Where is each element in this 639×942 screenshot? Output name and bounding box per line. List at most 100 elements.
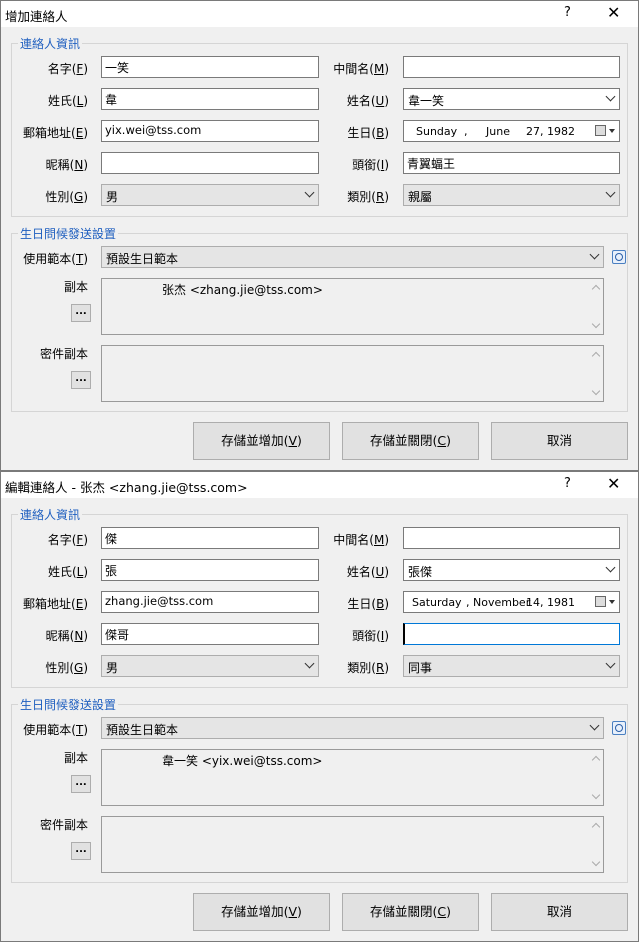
cc-textarea[interactable]: 韋一笑 <yix.wei@tss.com>	[101, 749, 604, 806]
birthday-greeting-group-title: 生日問候發送設置	[18, 696, 119, 713]
cc-textarea[interactable]: 张杰 <zhang.jie@tss.com>	[101, 278, 604, 335]
middle-name-input[interactable]	[403, 56, 620, 78]
gender-select[interactable]: 男	[101, 655, 319, 677]
email-label: 郵箱地址(E)	[23, 597, 88, 611]
scroll-down-icon[interactable]	[591, 790, 601, 800]
birthday-separator: ,	[466, 596, 470, 609]
last-name-label: 姓氏(L)	[47, 565, 88, 579]
job-title-input[interactable]: 青翼蝠王	[403, 152, 620, 174]
first-name-input[interactable]: 一笑	[101, 56, 319, 78]
job-title-label: 頭銜(I)	[352, 629, 389, 643]
last-name-input[interactable]: 張	[101, 559, 319, 581]
dropdown-arrow-icon[interactable]	[609, 600, 615, 604]
cancel-button[interactable]: 取消	[491, 422, 628, 460]
template-label: 使用範本(T)	[23, 252, 88, 266]
full-name-combo[interactable]: 張傑	[403, 559, 620, 581]
calendar-icon[interactable]	[595, 596, 606, 607]
last-name-input[interactable]: 韋	[101, 88, 319, 110]
cc-browse-button[interactable]: ...	[71, 775, 91, 793]
scroll-up-icon[interactable]	[591, 822, 601, 832]
cc-label: 副本	[63, 751, 88, 765]
save-and-close-button[interactable]: 存儲並關閉(C)	[342, 893, 479, 931]
preview-template-icon[interactable]	[612, 250, 626, 264]
category-label: 類別(R)	[347, 190, 389, 204]
template-select[interactable]: 預設生日範本	[101, 717, 604, 739]
bcc-browse-button[interactable]: ...	[71, 842, 91, 860]
full-name-label: 姓名(U)	[346, 565, 389, 579]
bcc-textarea[interactable]	[101, 816, 604, 873]
cc-browse-button[interactable]: ...	[71, 304, 91, 322]
middle-name-input[interactable]	[403, 527, 620, 549]
nickname-input[interactable]: 傑哥	[101, 623, 319, 645]
chevron-down-icon	[304, 658, 315, 669]
bcc-label: 密件副本	[39, 347, 88, 361]
full-name-combo[interactable]: 韋一笑	[403, 88, 620, 110]
email-input[interactable]: zhang.jie@tss.com	[101, 591, 319, 613]
gender-label: 性別(G)	[45, 190, 88, 204]
scroll-down-icon[interactable]	[591, 386, 601, 396]
scroll-up-icon[interactable]	[591, 351, 601, 361]
birthday-greeting-group-title: 生日問候發送設置	[18, 225, 119, 242]
chevron-down-icon	[589, 720, 600, 731]
template-select[interactable]: 預設生日範本	[101, 246, 604, 268]
dropdown-arrow-icon[interactable]	[609, 129, 615, 133]
birthday-weekday: Saturday	[412, 596, 462, 609]
chevron-down-icon	[304, 187, 315, 198]
category-select[interactable]: 同事	[403, 655, 620, 677]
title-bar: 編輯連絡人 - 张杰 <zhang.jie@tss.com> ? ✕	[1, 472, 638, 498]
bcc-browse-button[interactable]: ...	[71, 371, 91, 389]
birthday-label: 生日(B)	[347, 126, 389, 140]
birthday-date-picker[interactable]: Saturday , November 14, 1981	[403, 591, 620, 613]
birthday-weekday: Sunday	[416, 125, 458, 138]
job-title-input[interactable]	[403, 623, 620, 645]
scroll-down-icon[interactable]	[591, 319, 601, 329]
chevron-down-icon	[605, 187, 616, 198]
gender-label: 性別(G)	[45, 661, 88, 675]
calendar-icon[interactable]	[595, 125, 606, 136]
title-bar: 增加連絡人 ? ✕	[1, 1, 638, 27]
birthday-date-picker[interactable]: Sunday , June 27, 1982	[403, 120, 620, 142]
nickname-input[interactable]	[101, 152, 319, 174]
first-name-label: 名字(F)	[47, 62, 88, 76]
email-input[interactable]: yix.wei@tss.com	[101, 120, 319, 142]
full-name-value: 張傑	[408, 565, 433, 579]
dialog-title: 編輯連絡人 - 张杰 <zhang.jie@tss.com>	[5, 480, 248, 495]
category-value: 同事	[408, 661, 433, 675]
save-and-add-button[interactable]: 存儲並增加(V)	[193, 893, 330, 931]
nickname-label: 昵稱(N)	[45, 629, 88, 643]
help-button[interactable]: ?	[564, 476, 571, 491]
template-value: 預設生日範本	[106, 723, 179, 737]
close-icon[interactable]: ✕	[607, 474, 620, 493]
first-name-input[interactable]: 傑	[101, 527, 319, 549]
add-contact-dialog: 增加連絡人 ? ✕ 連絡人資訊 名字(F) 一笑 中間名(M) 姓氏(L) 韋 …	[0, 0, 639, 471]
bcc-label: 密件副本	[39, 818, 88, 832]
first-name-label: 名字(F)	[47, 533, 88, 547]
cc-value: 韋一笑 <yix.wei@tss.com>	[162, 754, 323, 768]
birthday-label: 生日(B)	[347, 597, 389, 611]
cc-label: 副本	[63, 280, 88, 294]
template-label: 使用範本(T)	[23, 723, 88, 737]
chevron-down-icon	[605, 91, 616, 102]
save-and-add-button[interactable]: 存儲並增加(V)	[193, 422, 330, 460]
scroll-up-icon[interactable]	[591, 284, 601, 294]
middle-name-label: 中間名(M)	[333, 533, 389, 547]
close-icon[interactable]: ✕	[607, 3, 620, 22]
scroll-down-icon[interactable]	[591, 857, 601, 867]
gender-value: 男	[106, 661, 119, 675]
chevron-down-icon	[589, 249, 600, 260]
email-label: 郵箱地址(E)	[23, 126, 88, 140]
job-title-label: 頭銜(I)	[352, 158, 389, 172]
birthday-day-year: 14, 1981	[526, 596, 575, 609]
full-name-value: 韋一笑	[408, 94, 445, 108]
save-and-close-button[interactable]: 存儲並關閉(C)	[342, 422, 479, 460]
birthday-day-year: 27, 1982	[526, 125, 575, 138]
bcc-textarea[interactable]	[101, 345, 604, 402]
scroll-up-icon[interactable]	[591, 755, 601, 765]
gender-select[interactable]: 男	[101, 184, 319, 206]
full-name-label: 姓名(U)	[346, 94, 389, 108]
help-button[interactable]: ?	[564, 5, 571, 20]
category-select[interactable]: 親屬	[403, 184, 620, 206]
category-value: 親屬	[408, 190, 433, 204]
cancel-button[interactable]: 取消	[491, 893, 628, 931]
preview-template-icon[interactable]	[612, 721, 626, 735]
